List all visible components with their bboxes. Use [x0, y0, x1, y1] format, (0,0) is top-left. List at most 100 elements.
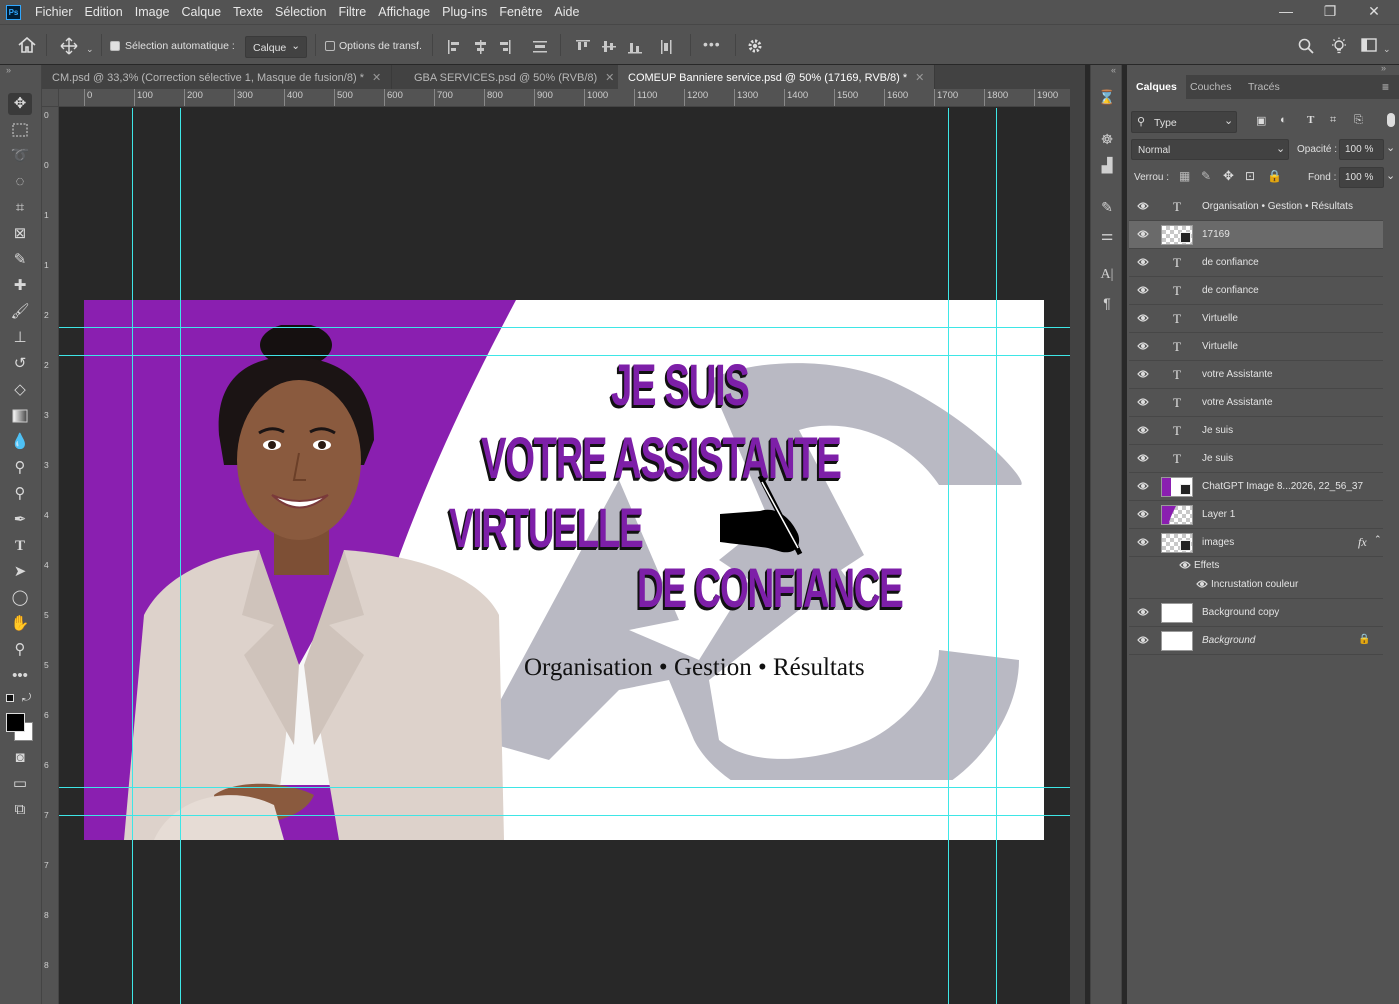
history-icon[interactable]: ⌛: [1097, 87, 1117, 107]
marquee-tool-icon[interactable]: [8, 119, 32, 141]
restore-button[interactable]: ❐: [1320, 3, 1340, 21]
artboard-icon[interactable]: ⧉: [8, 799, 32, 821]
frame-tool-icon[interactable]: ⊠: [8, 223, 32, 245]
hand-tool-icon[interactable]: ✋: [8, 613, 32, 635]
minimize-button[interactable]: —: [1276, 3, 1296, 21]
lasso-tool-icon[interactable]: ➰: [8, 145, 32, 167]
guide-horizontal[interactable]: [59, 355, 1070, 356]
visibility-eye-icon[interactable]: [1137, 425, 1149, 435]
adjustments-icon[interactable]: ⚌: [1097, 225, 1117, 245]
filter-type-icon[interactable]: T: [1307, 114, 1314, 126]
foreground-color-swatch[interactable]: [6, 713, 25, 732]
vertical-scrollbar[interactable]: [1070, 89, 1085, 1004]
menu-texte[interactable]: Texte: [227, 5, 269, 19]
visibility-eye-icon[interactable]: [1137, 285, 1149, 295]
menu-plugins[interactable]: Plug-ins: [436, 5, 493, 19]
layer-row[interactable]: T Organisation • Gestion • Résultats: [1129, 193, 1383, 221]
filter-adjustment-icon[interactable]: ◐: [1280, 114, 1287, 126]
tab-calques[interactable]: Calques: [1127, 75, 1186, 99]
paragraph-icon[interactable]: ¶: [1097, 293, 1117, 313]
guide-vertical[interactable]: [996, 108, 997, 1004]
layer-filter-select[interactable]: ⚲ Type ⌄: [1131, 111, 1237, 133]
menu-fichier[interactable]: Fichier: [29, 5, 79, 19]
layer-row[interactable]: 17169: [1129, 221, 1383, 249]
layer-row[interactable]: images fx ⌃: [1129, 529, 1383, 557]
guide-horizontal[interactable]: [59, 327, 1070, 328]
character-icon[interactable]: A|: [1097, 265, 1117, 285]
guide-horizontal[interactable]: [59, 815, 1070, 816]
guide-horizontal[interactable]: [59, 787, 1070, 788]
visibility-eye-icon[interactable]: [1137, 229, 1149, 239]
visibility-eye-icon[interactable]: [1137, 509, 1149, 519]
sponge-tool-icon[interactable]: ⚲: [8, 483, 32, 505]
tab-couches[interactable]: Couches: [1181, 75, 1240, 99]
panel-menu-icon[interactable]: ≡: [1382, 80, 1389, 94]
histogram-icon[interactable]: ▟: [1097, 155, 1117, 175]
visibility-eye-icon[interactable]: [1137, 397, 1149, 407]
default-colors-icon[interactable]: [6, 694, 14, 702]
layer-row[interactable]: ChatGPT Image 8...2026, 22_56_37: [1129, 473, 1383, 501]
move-tool-icon[interactable]: [60, 37, 78, 55]
visibility-eye-icon[interactable]: [1137, 635, 1149, 645]
filter-toggle[interactable]: [1387, 113, 1395, 127]
layer-row[interactable]: Tde confiance: [1129, 277, 1383, 305]
layer-row[interactable]: Tde confiance: [1129, 249, 1383, 277]
layer-row[interactable]: T Je suis: [1129, 417, 1383, 445]
dodge-tool-icon[interactable]: ⚲: [8, 457, 32, 479]
visibility-eye-icon[interactable]: [1137, 201, 1149, 211]
edit-toolbar-icon[interactable]: •••: [8, 665, 32, 687]
collapse-arrows-icon[interactable]: »: [1381, 63, 1386, 73]
collapse-arrows-icon[interactable]: «: [1111, 65, 1116, 75]
visibility-eye-icon[interactable]: [1137, 453, 1149, 463]
align-icons-group[interactable]: [447, 39, 547, 55]
chevron-down-icon[interactable]: ⌄: [86, 41, 94, 57]
menu-image[interactable]: Image: [129, 5, 176, 19]
layer-row[interactable]: Background 🔒: [1129, 627, 1383, 655]
gear-icon[interactable]: [747, 38, 763, 54]
blur-tool-icon[interactable]: 💧: [8, 431, 32, 453]
more-options-icon[interactable]: •••: [703, 36, 721, 52]
collapse-arrows-icon[interactable]: »: [6, 65, 11, 75]
close-window-button[interactable]: ✕: [1364, 3, 1384, 21]
chevron-down-icon[interactable]: ⌄: [1383, 41, 1391, 57]
close-tab-icon[interactable]: ✕: [915, 72, 924, 84]
layer-row[interactable]: Tvotre Assistante: [1129, 389, 1383, 417]
quick-mask-icon[interactable]: ◙: [8, 747, 32, 769]
menu-affichage[interactable]: Affichage: [372, 5, 436, 19]
blend-mode-select[interactable]: Normal ⌄: [1131, 139, 1289, 160]
lock-artboard-icon[interactable]: ⊡: [1245, 169, 1255, 183]
eraser-tool-icon[interactable]: ◇: [8, 379, 32, 401]
lock-transparent-icon[interactable]: ▦: [1179, 169, 1190, 183]
pen-tool-icon[interactable]: ✒: [8, 509, 32, 531]
fx-icon[interactable]: fx: [1358, 535, 1367, 550]
layer-row[interactable]: T Je suis: [1129, 445, 1383, 473]
history-brush-tool-icon[interactable]: ↺: [8, 353, 32, 375]
filter-shape-icon[interactable]: ⌗: [1330, 114, 1336, 127]
home-icon[interactable]: [18, 37, 36, 53]
type-tool-icon[interactable]: T: [8, 535, 32, 557]
layer-row[interactable]: T Virtuelle: [1129, 333, 1383, 361]
clone-stamp-tool-icon[interactable]: ⊥: [8, 327, 32, 349]
healing-brush-tool-icon[interactable]: ✚: [8, 275, 32, 297]
tab-comeup-banniere[interactable]: COMEUP Banniere service.psd @ 50% (17169…: [618, 65, 936, 89]
fill-input[interactable]: 100 %: [1339, 167, 1384, 188]
menu-aide[interactable]: Aide: [548, 5, 585, 19]
menu-edition[interactable]: Edition: [79, 5, 129, 19]
lock-pixels-icon[interactable]: ✎: [1201, 169, 1211, 183]
opacity-input[interactable]: 100 %: [1339, 139, 1384, 160]
gradient-tool-icon[interactable]: [8, 405, 32, 427]
chevron-up-icon[interactable]: ⌃: [1374, 534, 1382, 545]
menu-selection[interactable]: Sélection: [269, 5, 332, 19]
workspace-icon[interactable]: [1361, 38, 1377, 52]
filter-pixel-icon[interactable]: ▣: [1256, 114, 1266, 127]
brushes-icon[interactable]: ✎: [1097, 197, 1117, 217]
layer-row[interactable]: T Virtuelle: [1129, 305, 1383, 333]
discover-lightbulb-icon[interactable]: [1330, 37, 1348, 55]
visibility-eye-icon[interactable]: [1137, 313, 1149, 323]
transform-controls-checkbox[interactable]: [325, 41, 335, 51]
menu-fenetre[interactable]: Fenêtre: [493, 5, 548, 19]
visibility-eye-icon[interactable]: [1137, 257, 1149, 267]
quick-selection-tool-icon[interactable]: ◌: [8, 171, 32, 193]
visibility-eye-icon[interactable]: [1196, 579, 1208, 592]
layer-row[interactable]: Tvotre Assistante: [1129, 361, 1383, 389]
